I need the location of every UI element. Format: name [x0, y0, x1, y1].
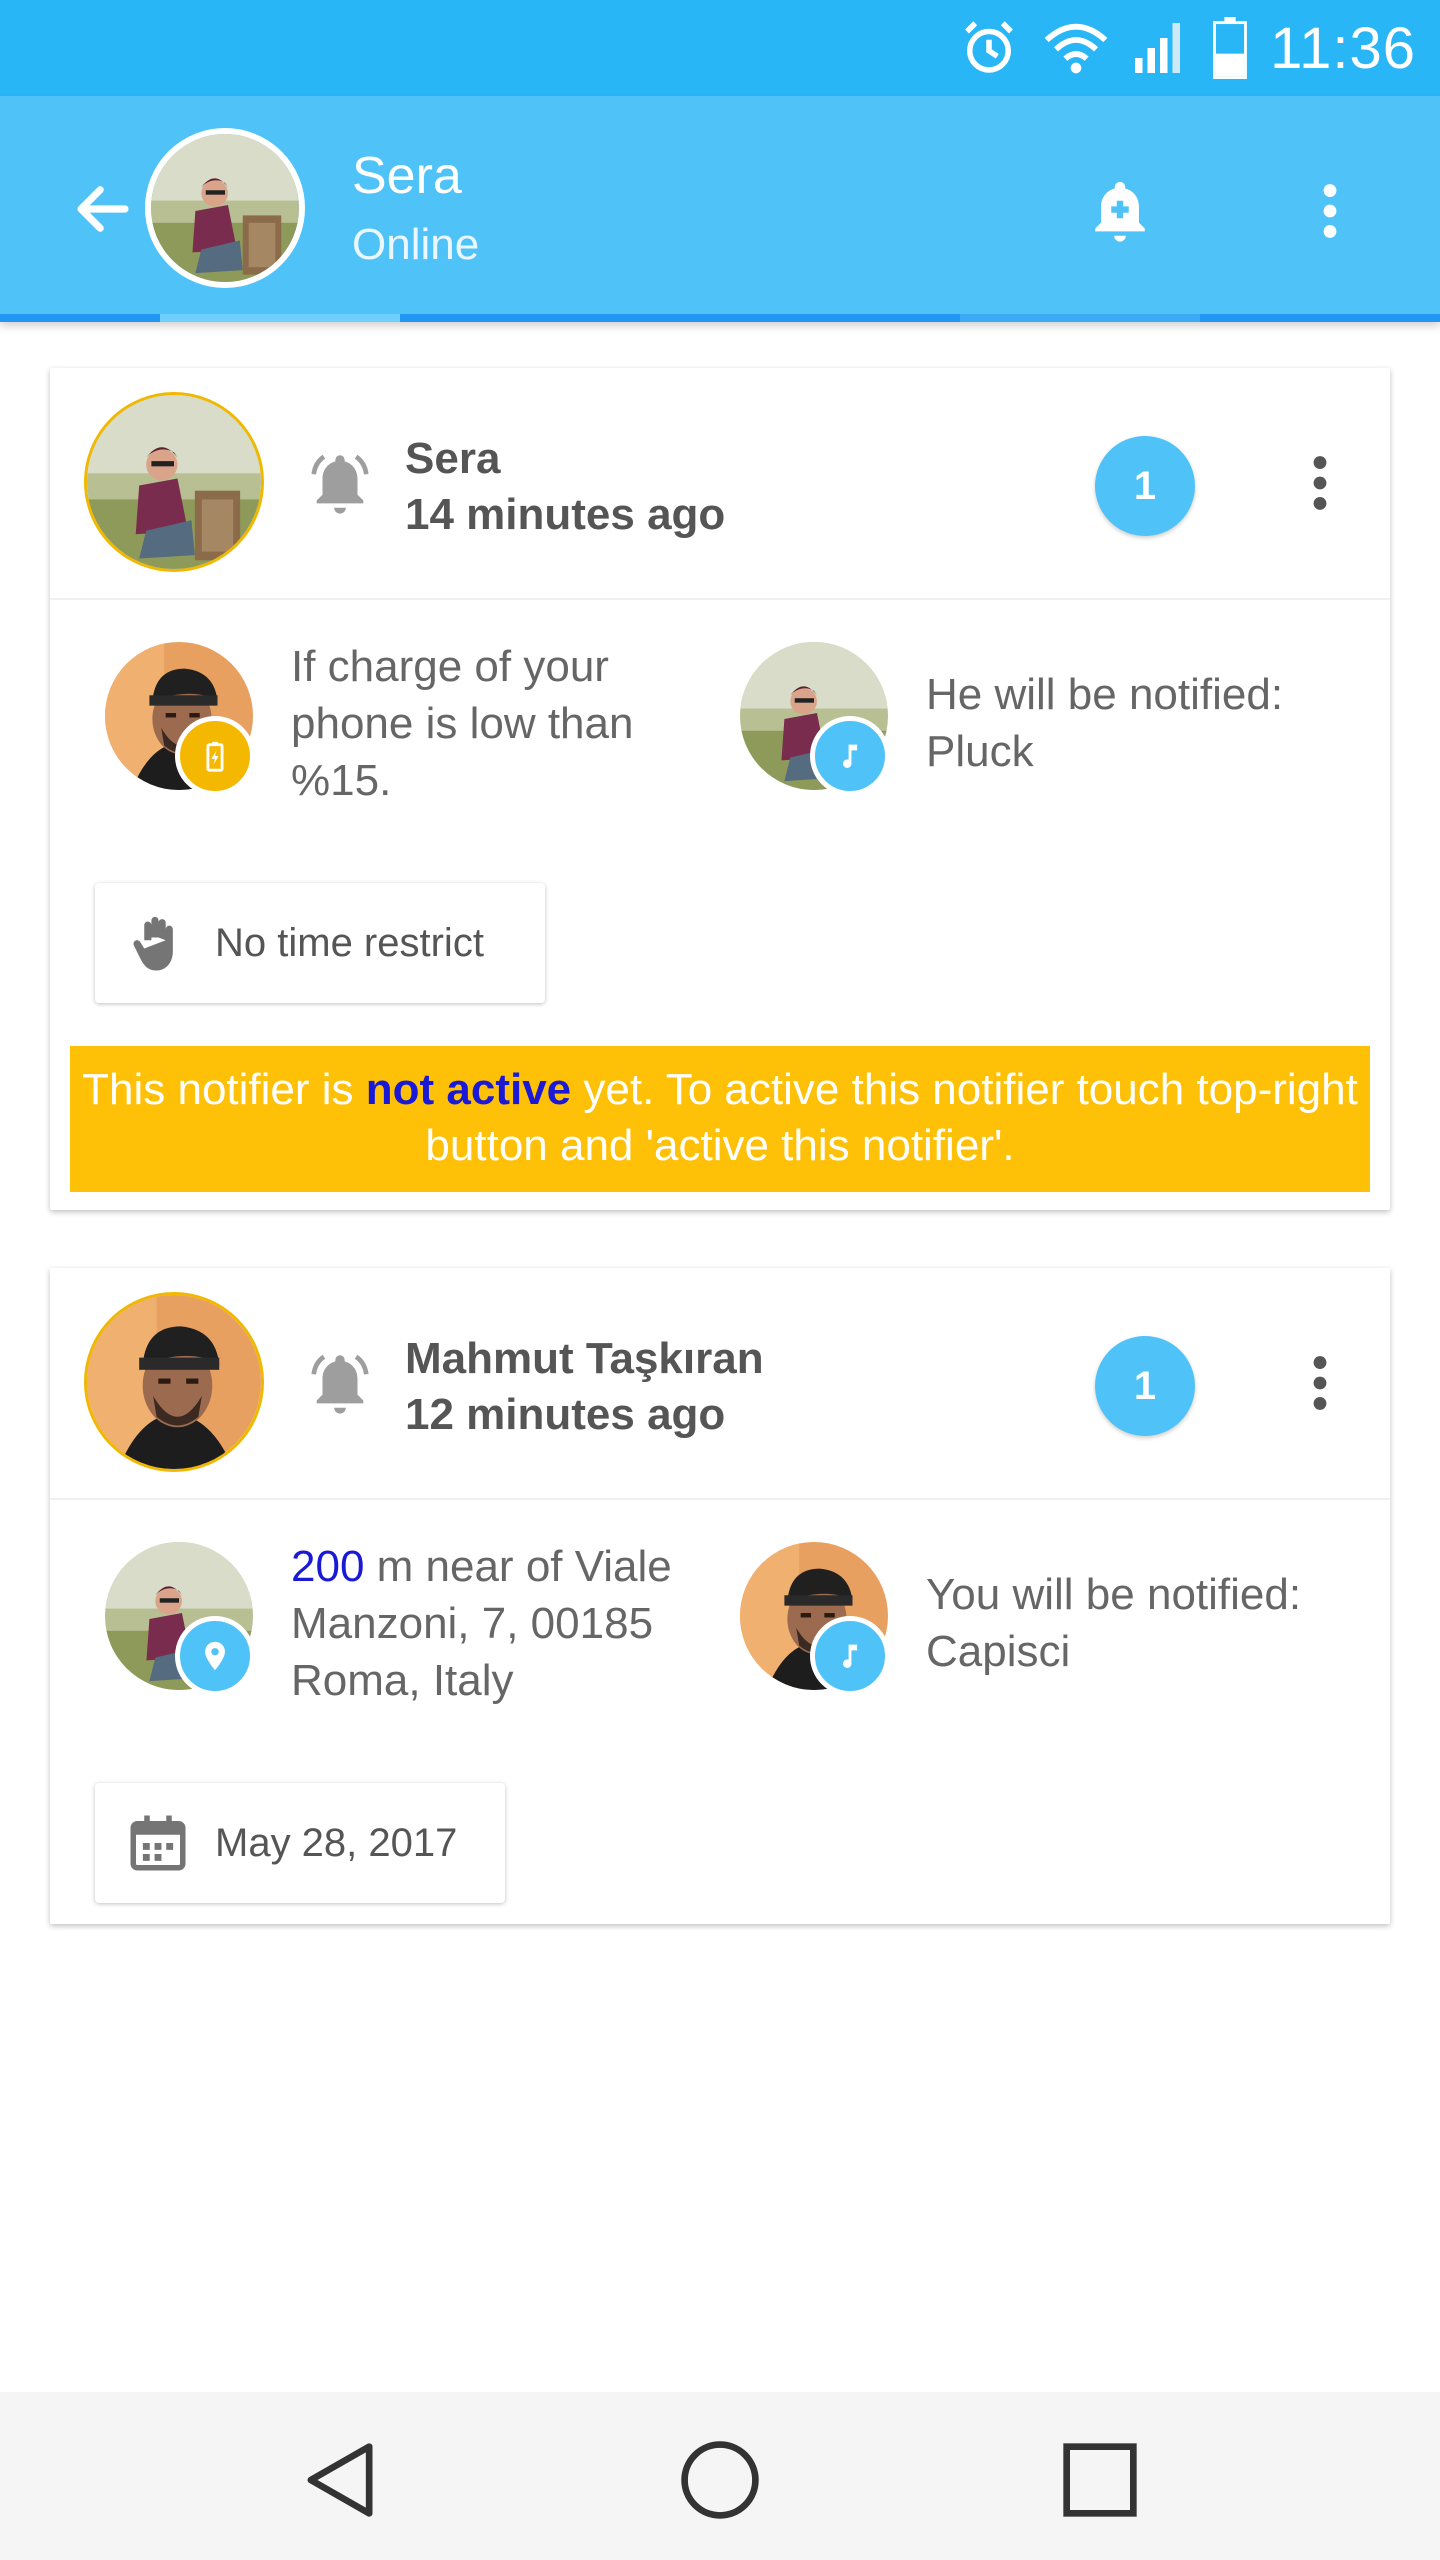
card-more-icon[interactable]	[1300, 1348, 1340, 1418]
contact-name: Sera	[352, 147, 462, 205]
back-triangle-icon[interactable]	[290, 2430, 390, 2530]
date-restriction-chip[interactable]: May 28, 2017	[95, 1783, 505, 1903]
app-bar: Sera Online	[0, 96, 1440, 322]
hand-icon	[133, 916, 173, 971]
bell-icon	[305, 448, 375, 518]
bell-icon	[305, 1348, 375, 1418]
music-note-icon	[810, 716, 890, 796]
recents-square-icon[interactable]	[1050, 2430, 1150, 2530]
trigger-text: 200 m near of Viale Manzoni, 7, 00185 Ro…	[291, 1538, 721, 1709]
home-circle-icon[interactable]	[670, 2430, 770, 2530]
warning-emphasis: not active	[365, 1065, 572, 1114]
owner-name: Mahmut Taşkıran	[405, 1334, 764, 1383]
action-text: You will be notified: Capisci	[926, 1570, 1302, 1676]
tab-indicator	[0, 314, 1440, 322]
count-badge[interactable]: 1	[1095, 436, 1195, 536]
action-rule: You will be notified: Capisci	[740, 1538, 1360, 1738]
time-restriction-label: No time restrict	[215, 920, 484, 965]
inactive-warning-banner: This notifier is not active yet. To acti…	[70, 1046, 1370, 1192]
system-nav-bar	[0, 2392, 1440, 2560]
trigger-distance: 200	[291, 1542, 365, 1591]
warning-text-before: This notifier is	[82, 1065, 366, 1114]
owner-avatar[interactable]	[84, 392, 264, 572]
notifier-card[interactable]: Sera 14 minutes ago 1 If charge of your …	[50, 368, 1390, 1210]
trigger-rule: If charge of your phone is low than %15.	[105, 638, 685, 838]
screen: 11:36 Sera Online Sera 14 minutes ago 1 …	[0, 0, 1440, 2560]
card-header: Mahmut Taşkıran 12 minutes ago 1	[50, 1268, 1390, 1500]
alarm-icon	[956, 15, 1022, 81]
notifier-card[interactable]: Mahmut Taşkıran 12 minutes ago 1 200 m n…	[50, 1268, 1390, 1924]
contact-avatar[interactable]	[145, 128, 305, 288]
contact-presence: Online	[352, 220, 480, 269]
owner-name: Sera	[405, 434, 501, 483]
count-badge[interactable]: 1	[1095, 1336, 1195, 1436]
card-more-icon[interactable]	[1300, 448, 1340, 518]
owner-time: 14 minutes ago	[405, 490, 726, 539]
time-restriction-chip[interactable]: No time restrict	[95, 883, 545, 1003]
signal-icon	[1130, 18, 1190, 78]
location-pin-icon	[175, 1616, 255, 1696]
battery-icon	[1212, 17, 1248, 79]
date-restriction-label: May 28, 2017	[215, 1820, 458, 1865]
status-bar: 11:36	[0, 0, 1440, 96]
action-rule: He will be notified: Pluck	[740, 638, 1360, 838]
owner-avatar[interactable]	[84, 1292, 264, 1472]
card-header: Sera 14 minutes ago 1	[50, 368, 1390, 600]
back-arrow-icon[interactable]	[70, 176, 136, 242]
status-time: 11:36	[1270, 15, 1416, 81]
calendar-icon	[130, 1815, 186, 1871]
battery-charging-icon	[175, 716, 255, 796]
bell-add-icon[interactable]	[1085, 176, 1155, 246]
trigger-text: If charge of your phone is low than %15.	[291, 642, 634, 805]
action-text: He will be notified: Pluck	[926, 670, 1284, 776]
trigger-rule: 200 m near of Viale Manzoni, 7, 00185 Ro…	[105, 1538, 705, 1738]
wifi-icon	[1044, 20, 1108, 76]
music-note-icon	[810, 1616, 890, 1696]
owner-time: 12 minutes ago	[405, 1390, 726, 1439]
more-vert-icon[interactable]	[1300, 176, 1360, 246]
